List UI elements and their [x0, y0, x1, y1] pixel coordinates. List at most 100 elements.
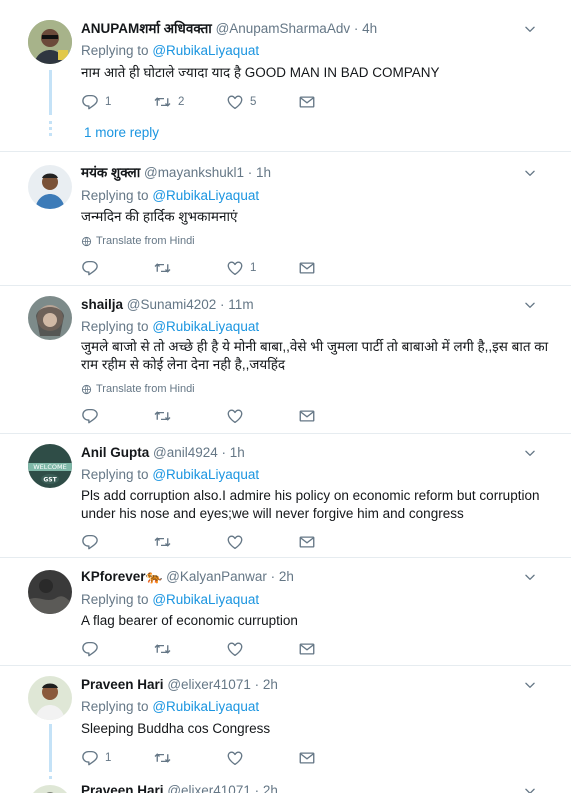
- dm-button[interactable]: [298, 259, 316, 277]
- author-handle[interactable]: @Sunami4202 · 11m: [127, 297, 254, 312]
- envelope-icon: [298, 93, 316, 111]
- heart-icon: [226, 93, 244, 111]
- dm-button[interactable]: [298, 533, 316, 551]
- thread-line: [49, 70, 52, 115]
- chevron-down-icon[interactable]: [523, 784, 537, 793]
- retweet-button[interactable]: 2: [153, 93, 184, 111]
- author-name[interactable]: shailja: [81, 297, 123, 312]
- tweet[interactable]: Praveen Hari @elixer41071 · 2h: [0, 776, 571, 793]
- envelope-icon: [298, 259, 316, 277]
- author-handle[interactable]: @AnupamSharmaAdv · 4h: [216, 21, 378, 36]
- replying-to: Replying to @RubikaLiyaquat: [81, 43, 260, 58]
- avatar[interactable]: [28, 296, 72, 340]
- tweet-text: A flag bearer of economic curruption: [81, 613, 298, 628]
- author-handle[interactable]: @mayankshukl1 · 1h: [144, 165, 271, 180]
- retweet-button[interactable]: [153, 407, 172, 425]
- chevron-down-icon[interactable]: [523, 446, 537, 460]
- dm-button[interactable]: [298, 93, 316, 111]
- author-handle[interactable]: @elixer41071 · 2h: [167, 783, 278, 793]
- retweet-button[interactable]: [153, 640, 172, 658]
- retweet-icon: [153, 93, 172, 111]
- retweet-icon: [153, 259, 172, 277]
- mention-link[interactable]: @RubikaLiyaquat: [152, 592, 259, 607]
- chevron-down-icon[interactable]: [523, 166, 537, 180]
- mention-link[interactable]: @RubikaLiyaquat: [152, 188, 259, 203]
- chevron-down-icon[interactable]: [523, 298, 537, 312]
- dm-button[interactable]: [298, 749, 316, 767]
- tweet[interactable]: KPforever🐅 @KalyanPanwar · 2h Replying t…: [0, 558, 571, 666]
- like-button[interactable]: 5: [226, 93, 256, 111]
- reply-icon: [81, 407, 99, 425]
- reply-button[interactable]: [81, 259, 105, 277]
- chevron-down-icon[interactable]: [523, 570, 537, 584]
- tweet-text: Sleeping Buddha cos Congress: [81, 721, 271, 736]
- author-name[interactable]: Anil Gupta: [81, 445, 149, 460]
- avatar[interactable]: WELCOME GST: [28, 444, 72, 488]
- reply-button[interactable]: [81, 640, 99, 658]
- retweet-button[interactable]: [153, 749, 172, 767]
- chevron-down-icon[interactable]: [523, 678, 537, 692]
- mention-link[interactable]: @RubikaLiyaquat: [152, 319, 259, 334]
- author-handle[interactable]: @anil4924 · 1h: [153, 445, 245, 460]
- tweet[interactable]: WELCOME GST Anil Gupta @anil4924 · 1h Rep…: [0, 434, 571, 558]
- reply-button[interactable]: [81, 407, 99, 425]
- mention-link[interactable]: @RubikaLiyaquat: [152, 43, 259, 58]
- tweet[interactable]: Praveen Hari @elixer41071 · 2h Replying …: [0, 666, 571, 776]
- avatar[interactable]: [28, 676, 72, 720]
- retweet-icon: [153, 640, 172, 658]
- avatar[interactable]: [28, 20, 72, 64]
- retweet-icon: [153, 407, 172, 425]
- like-button[interactable]: [226, 407, 244, 425]
- author-name[interactable]: KPforever🐅: [81, 569, 162, 584]
- tweet[interactable]: ANUPAMशर्मा अधिवक्ता @AnupamSharmaAdv · …: [0, 0, 571, 152]
- author-name[interactable]: Praveen Hari: [81, 783, 164, 793]
- reply-button[interactable]: 1: [81, 93, 111, 111]
- retweet-button[interactable]: [153, 259, 178, 277]
- like-count: 1: [250, 262, 257, 274]
- author-handle[interactable]: @elixer41071 · 2h: [167, 677, 278, 692]
- retweet-icon: [153, 533, 172, 551]
- like-button[interactable]: [226, 640, 244, 658]
- avatar[interactable]: [28, 165, 72, 209]
- reply-icon: [81, 749, 99, 767]
- envelope-icon: [298, 407, 316, 425]
- tweet-actions: [81, 640, 341, 658]
- tweet-actions: 1: [81, 259, 341, 277]
- reply-button[interactable]: [81, 533, 99, 551]
- avatar-text: WELCOME: [33, 463, 67, 471]
- retweet-icon: [153, 749, 172, 767]
- avatar[interactable]: [28, 570, 72, 614]
- author-handle[interactable]: @KalyanPanwar · 2h: [166, 569, 294, 584]
- mention-link[interactable]: @RubikaLiyaquat: [152, 699, 259, 714]
- thread-dots: [49, 121, 52, 139]
- replying-to: Replying to @RubikaLiyaquat: [81, 592, 260, 607]
- translate-link[interactable]: Translate from Hindi: [81, 234, 195, 248]
- dm-button[interactable]: [298, 407, 316, 425]
- more-replies-link[interactable]: 1 more reply: [84, 124, 159, 142]
- reply-button[interactable]: 1: [81, 749, 111, 767]
- tweet[interactable]: मयंक शुक्ला @mayankshukl1 · 1h Replying …: [0, 152, 571, 286]
- like-button[interactable]: [226, 533, 244, 551]
- heart-icon: [226, 533, 244, 551]
- thread-line: [49, 724, 52, 772]
- avatar[interactable]: [28, 785, 72, 793]
- mention-link[interactable]: @RubikaLiyaquat: [152, 467, 259, 482]
- globe-icon: [81, 384, 92, 395]
- tweet[interactable]: shailja @Sunami4202 · 11m Replying to @R…: [0, 286, 571, 434]
- author-name[interactable]: ANUPAMशर्मा अधिवक्ता: [81, 21, 212, 36]
- heart-icon: [226, 749, 244, 767]
- author-name[interactable]: Praveen Hari: [81, 677, 164, 692]
- tweet-actions: [81, 407, 341, 425]
- retweet-button[interactable]: [153, 533, 172, 551]
- replying-to: Replying to @RubikaLiyaquat: [81, 188, 260, 203]
- dm-button[interactable]: [298, 640, 316, 658]
- tweet-text: नाम आते ही घोटाले ज्यादा याद है GOOD MAN…: [81, 65, 440, 80]
- heart-icon: [226, 259, 244, 277]
- author-name[interactable]: मयंक शुक्ला: [81, 165, 140, 180]
- replying-to: Replying to @RubikaLiyaquat: [81, 699, 260, 714]
- translate-link[interactable]: Translate from Hindi: [81, 382, 195, 396]
- envelope-icon: [298, 640, 316, 658]
- like-button[interactable]: 1: [226, 259, 256, 277]
- chevron-down-icon[interactable]: [523, 22, 537, 36]
- like-button[interactable]: [226, 749, 244, 767]
